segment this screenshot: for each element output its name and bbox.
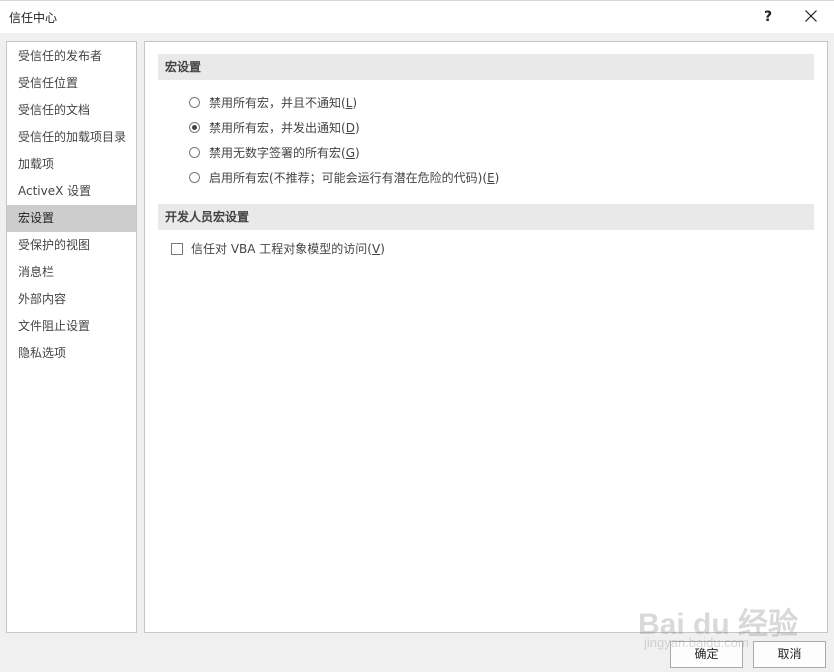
title-bar: 信任中心 ? [0,1,834,33]
macro-settings-header: 宏设置 [158,54,814,80]
settings-panel: 宏设置 禁用所有宏，并且不通知(L) 禁用所有宏，并发出通知(D) 禁用无数字签… [144,41,828,633]
sidebar-item-addins[interactable]: 加载项 [7,151,136,178]
radio-button[interactable] [189,147,200,158]
sidebar-item-trusted-publishers[interactable]: 受信任的发布者 [7,43,136,70]
sidebar-item-trusted-documents[interactable]: 受信任的文档 [7,97,136,124]
radio-button[interactable] [189,172,200,183]
radio-selected-dot [192,125,197,130]
help-button[interactable]: ? [756,5,780,29]
sidebar-item-privacy-options[interactable]: 隐私选项 [7,340,136,367]
sidebar-item-activex-settings[interactable]: ActiveX 设置 [7,178,136,205]
radio-label: 禁用无数字签署的所有宏(G) [209,146,360,160]
radio-label: 禁用所有宏，并发出通知(D) [209,121,360,135]
trust-center-dialog: 信任中心 ? 受信任的发布者 受信任位置 受信任的文档 受信任的加载项目录 加载… [0,0,834,672]
dialog-title: 信任中心 [9,11,58,25]
sidebar-item-macro-settings[interactable]: 宏设置 [7,205,136,232]
category-sidebar: 受信任的发布者 受信任位置 受信任的文档 受信任的加载项目录 加载项 Activ… [6,41,137,633]
sidebar-item-external-content[interactable]: 外部内容 [7,286,136,313]
close-icon [805,10,817,22]
radio-button[interactable] [189,97,200,108]
sidebar-item-file-block-settings[interactable]: 文件阻止设置 [7,313,136,340]
checkbox[interactable] [171,243,183,255]
ok-button[interactable]: 确定 [670,641,743,668]
sidebar-item-message-bar[interactable]: 消息栏 [7,259,136,286]
sidebar-item-trusted-locations[interactable]: 受信任位置 [7,70,136,97]
cancel-button[interactable]: 取消 [753,641,826,668]
developer-settings-header: 开发人员宏设置 [158,204,814,230]
radio-button-selected[interactable] [189,122,200,133]
close-button[interactable] [797,5,825,29]
sidebar-item-protected-view[interactable]: 受保护的视图 [7,232,136,259]
radio-label: 禁用所有宏，并且不通知(L) [209,96,358,110]
checkbox-label: 信任对 VBA 工程对象模型的访问(V) [191,242,385,256]
sidebar-item-trusted-addin-catalogs[interactable]: 受信任的加载项目录 [7,124,136,151]
radio-label: 启用所有宏(不推荐；可能会运行有潜在危险的代码)(E) [209,171,500,185]
